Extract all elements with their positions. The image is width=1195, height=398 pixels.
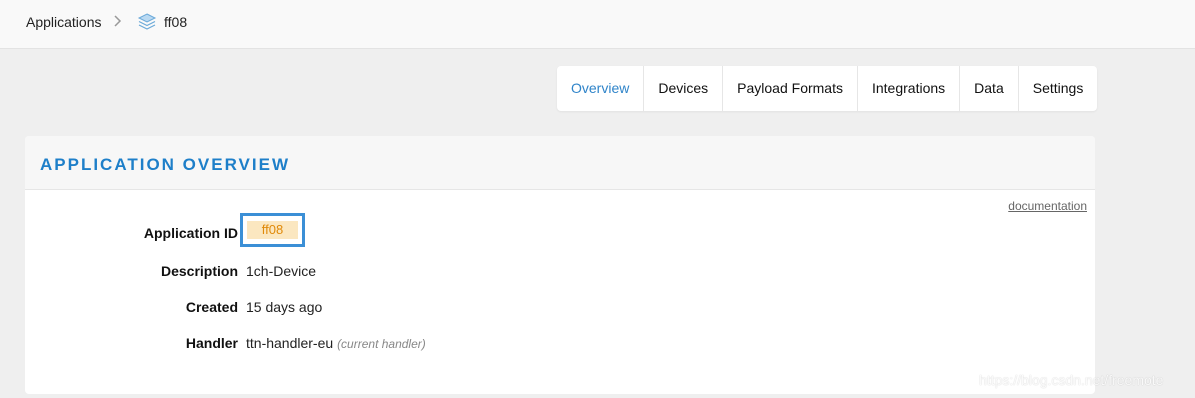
tab-payload-formats[interactable]: Payload Formats [722, 66, 857, 111]
breadcrumb-current-app: ff08 [164, 14, 188, 30]
created-label: Created [185, 299, 238, 315]
app-id-value: ff08 [247, 221, 298, 239]
tab-settings[interactable]: Settings [1017, 66, 1098, 111]
handler-value: ttn-handler-eu [246, 335, 334, 351]
layers-icon [137, 12, 157, 37]
watermark: https://blog.csdn.net/freemote [979, 372, 1164, 388]
card-header: APPLICATION OVERVIEW [25, 136, 1095, 190]
tab-devices[interactable]: Devices [643, 66, 722, 111]
app-id-label: Application ID [143, 225, 238, 241]
handler-label: Handler [185, 335, 238, 351]
chevron-right-icon [114, 14, 122, 32]
description-label: Description [160, 263, 238, 279]
tab-data[interactable]: Data [959, 66, 1018, 111]
application-overview-card: APPLICATION OVERVIEW documentation Appli… [25, 136, 1095, 394]
app-id-highlight: ff08 [240, 213, 305, 247]
tab-integrations[interactable]: Integrations [856, 66, 959, 111]
tab-overview[interactable]: Overview [557, 66, 643, 111]
description-value: 1ch-Device [246, 263, 317, 279]
handler-field: ttn-handler-eu (current handler) [246, 335, 426, 351]
documentation-link[interactable]: documentation [1008, 199, 1087, 213]
handler-note: (current handler) [337, 337, 426, 351]
top-bar: Applications ff08 [0, 0, 1195, 49]
tab-bar: Overview Devices Payload Formats Integra… [557, 66, 1098, 111]
breadcrumb-applications[interactable]: Applications [26, 13, 102, 31]
card-title: APPLICATION OVERVIEW [40, 155, 291, 174]
created-value: 15 days ago [246, 299, 323, 315]
